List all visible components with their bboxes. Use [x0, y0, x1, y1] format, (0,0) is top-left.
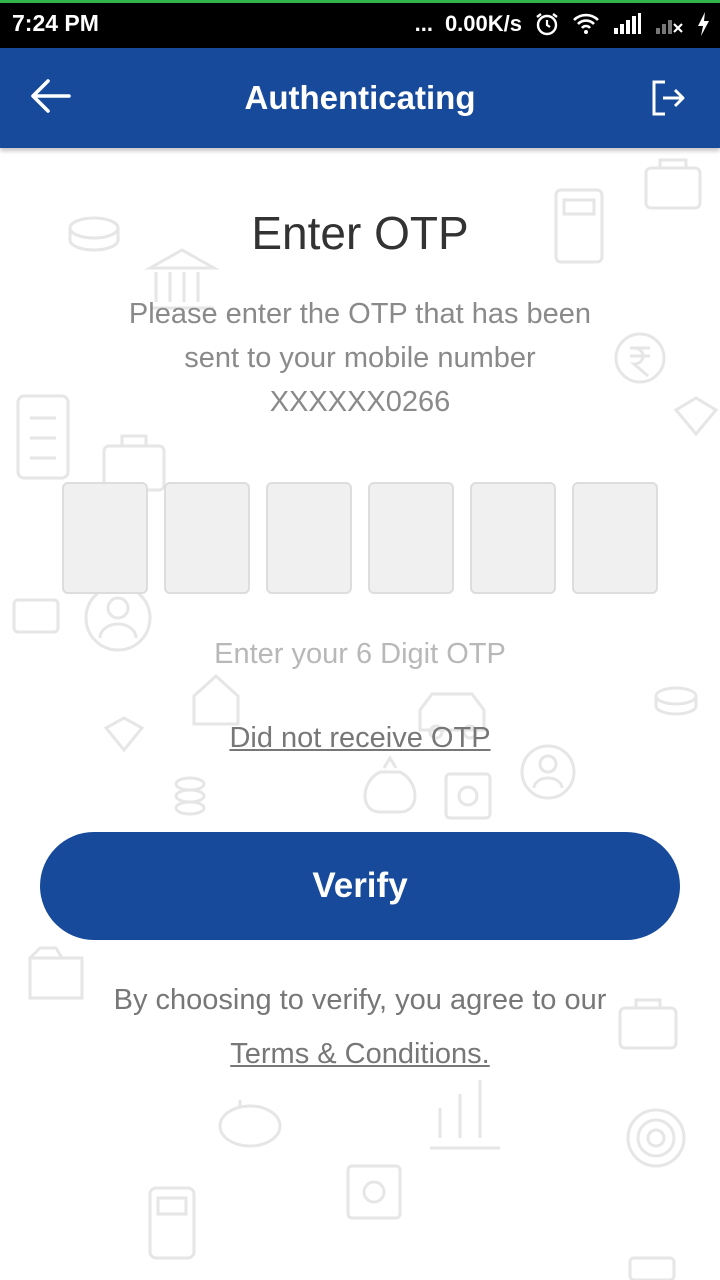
signal-no-sim-icon [654, 12, 684, 36]
wallet-icon-2 [12, 598, 60, 634]
otp-heading: Enter OTP [251, 207, 469, 259]
coin-icon-2 [654, 686, 698, 716]
card-machine-icon [148, 1186, 196, 1260]
rupee-coin-icon [614, 332, 666, 384]
piggy-bank-icon [218, 1100, 282, 1148]
status-time: 7:24 PM [12, 10, 99, 36]
money-bag-icon [363, 755, 417, 814]
verify-button[interactable]: Verify [40, 832, 680, 940]
terms-conditions-link[interactable]: Terms & Conditions. [230, 1038, 490, 1070]
terms-agreement-text: By choosing to verify, you agree to our [113, 984, 607, 1016]
page-title: Authenticating [244, 79, 476, 116]
network-speed: 0.00K/s [444, 11, 522, 36]
arrow-left-icon [29, 78, 71, 119]
house-icon [192, 673, 240, 726]
safe-icon-2 [346, 1164, 402, 1220]
wallet-icon [644, 158, 702, 210]
otp-digit-3[interactable] [266, 482, 352, 594]
fingerprint-icon [626, 1108, 686, 1168]
logout-button[interactable] [646, 78, 690, 122]
otp-input-row [62, 482, 658, 594]
back-button[interactable] [24, 74, 76, 122]
resend-otp-link[interactable]: Did not receive OTP [229, 722, 490, 754]
otp-digit-5[interactable] [470, 482, 556, 594]
coin-stack-icon [174, 776, 206, 816]
status-accent-line [0, 0, 720, 3]
otp-digit-2[interactable] [164, 482, 250, 594]
terms-row: Terms & Conditions. [0, 1038, 720, 1071]
otp-digit-4[interactable] [368, 482, 454, 594]
masked-mobile-number: XXXXXX0266 [269, 386, 451, 418]
otp-instructions: Please enter the OTP that has been sent … [128, 298, 592, 374]
otp-hint: Enter your 6 Digit OTP [214, 638, 506, 670]
logout-icon [651, 79, 685, 122]
otp-screen: Enter OTP Please enter the OTP that has … [0, 148, 720, 1280]
app-bar: Authenticating [0, 48, 720, 148]
otp-digit-1[interactable] [62, 482, 148, 594]
calculator-icon-2 [628, 1256, 676, 1280]
status-dots: ... [414, 11, 433, 36]
status-icons: ... 0.00K/s [415, 8, 710, 40]
otp-digit-6[interactable] [572, 482, 658, 594]
resend-otp-row: Did not receive OTP [0, 722, 720, 755]
charging-icon [696, 11, 710, 37]
chart-icon [430, 1080, 500, 1150]
signal-icon [612, 12, 642, 36]
alarm-icon [534, 11, 560, 37]
status-bar: 7:24 PM ... 0.00K/s [0, 0, 720, 48]
wifi-icon [572, 12, 600, 36]
safe-icon [444, 772, 492, 820]
